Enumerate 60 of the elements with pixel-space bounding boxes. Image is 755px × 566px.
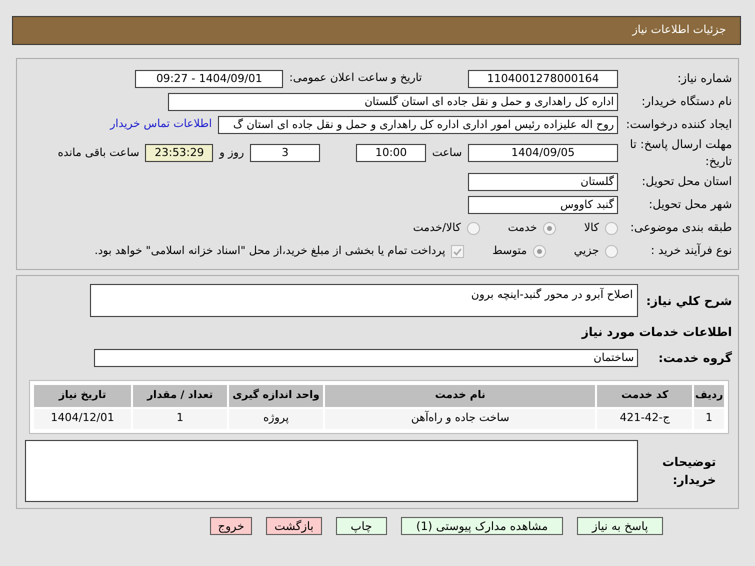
input-field[interactable]: 1104001278000164 bbox=[468, 70, 618, 88]
contact-link[interactable]: اطلاعات تماس خریدار bbox=[110, 116, 212, 133]
radio-button[interactable] bbox=[532, 244, 546, 258]
field-label: مهلت ارسال پاسخ: تا تاریخ: bbox=[628, 136, 732, 170]
option-label: جزیي bbox=[574, 242, 599, 259]
table-cell: 1 bbox=[694, 408, 724, 428]
checkbox[interactable] bbox=[451, 244, 464, 258]
input-field[interactable]: 1404/09/01 - 09:27 bbox=[135, 70, 284, 88]
table-cell: 1404/12/01 bbox=[34, 408, 132, 428]
button[interactable]: مشاهده مدارک پیوستی (1) bbox=[401, 516, 563, 534]
input-field[interactable]: 1404/09/05 bbox=[468, 144, 618, 162]
field-label: شرح کلي نیاز: bbox=[645, 292, 732, 310]
input-field[interactable]: اداره کل راهداری و حمل و نقل جاده ای استان گلستان bbox=[168, 92, 618, 110]
description-field[interactable]: اصلاح آبرو در محور گنبد-اینچه برون bbox=[90, 284, 638, 316]
input-field[interactable]: گنبد کاووس bbox=[468, 196, 618, 214]
field-label: تاریخ و ساعت اعلان عمومی: bbox=[289, 70, 422, 86]
field-label: شماره نیاز: bbox=[676, 70, 732, 87]
input-field[interactable]: 3 bbox=[250, 144, 320, 162]
input-field[interactable]: روح اله علیزاده رئیس امور اداری اداره کل راهداری و حمل و نقل جاده ای استان گ bbox=[218, 116, 618, 134]
field-label: نوع فرآیند خرید : bbox=[650, 242, 732, 260]
field-label: توضیحات خریدار: bbox=[661, 454, 717, 488]
column-header: تعداد / مقدار bbox=[133, 384, 228, 406]
radio-button[interactable] bbox=[605, 222, 618, 234]
button[interactable]: بازگشت bbox=[266, 516, 322, 534]
field-label: روز و bbox=[219, 145, 244, 161]
column-header: ردیف bbox=[694, 384, 724, 406]
table-cell: ساخت جاده و راه‌آهن bbox=[325, 408, 596, 428]
page-title: جزئیات اطلاعات نیاز bbox=[632, 22, 726, 38]
button[interactable]: چاپ bbox=[336, 516, 388, 534]
field-label: استان محل تحویل: bbox=[640, 173, 732, 190]
table-cell: ج-42-421 bbox=[597, 408, 692, 428]
field-label: نام دستگاه خریدار: bbox=[640, 92, 732, 110]
table-cell: پروژه bbox=[229, 408, 324, 428]
field-label: ساعت باقی مانده bbox=[58, 145, 140, 161]
option-label: متوسط bbox=[492, 242, 527, 259]
column-header: کد خدمت bbox=[597, 384, 692, 406]
field-label: شهر محل تحویل: bbox=[648, 196, 732, 214]
table-cell: 1 bbox=[133, 408, 228, 428]
radio-button[interactable] bbox=[543, 222, 556, 234]
option-label: کالا bbox=[584, 220, 599, 236]
column-header: واحد اندازه گیری bbox=[229, 384, 324, 406]
field-label: ساعت bbox=[432, 145, 462, 161]
radio-button[interactable] bbox=[605, 244, 618, 258]
option-label: خدمت bbox=[508, 220, 538, 236]
option-label: کالا/خدمت bbox=[413, 220, 461, 236]
button[interactable]: خروج bbox=[210, 516, 252, 534]
payment-note: پرداخت تمام یا بخشی از مبلغ خرید،از محل "اسناد خزانه اسلامی" خواهد بود. bbox=[94, 242, 446, 259]
input-field[interactable]: گلستان bbox=[468, 173, 618, 191]
countdown-field[interactable]: 23:53:29 bbox=[145, 144, 214, 162]
radio-button[interactable] bbox=[466, 222, 480, 234]
column-header: تاریخ نیاز bbox=[34, 384, 132, 406]
input-field[interactable]: ساختمان bbox=[94, 349, 638, 367]
input-field[interactable]: 10:00 bbox=[356, 144, 426, 162]
field-label: ایجاد کننده درخواست: bbox=[625, 116, 732, 133]
notes-field[interactable] bbox=[25, 440, 638, 502]
column-header: نام خدمت bbox=[325, 384, 596, 406]
field-label: گروه خدمت: bbox=[657, 350, 732, 367]
button[interactable]: پاسخ به نیاز bbox=[576, 516, 664, 534]
section-heading: اطلاعات خدمات مورد نیاز bbox=[582, 324, 732, 340]
field-label: طبقه بندی موضوعی: bbox=[629, 219, 732, 236]
